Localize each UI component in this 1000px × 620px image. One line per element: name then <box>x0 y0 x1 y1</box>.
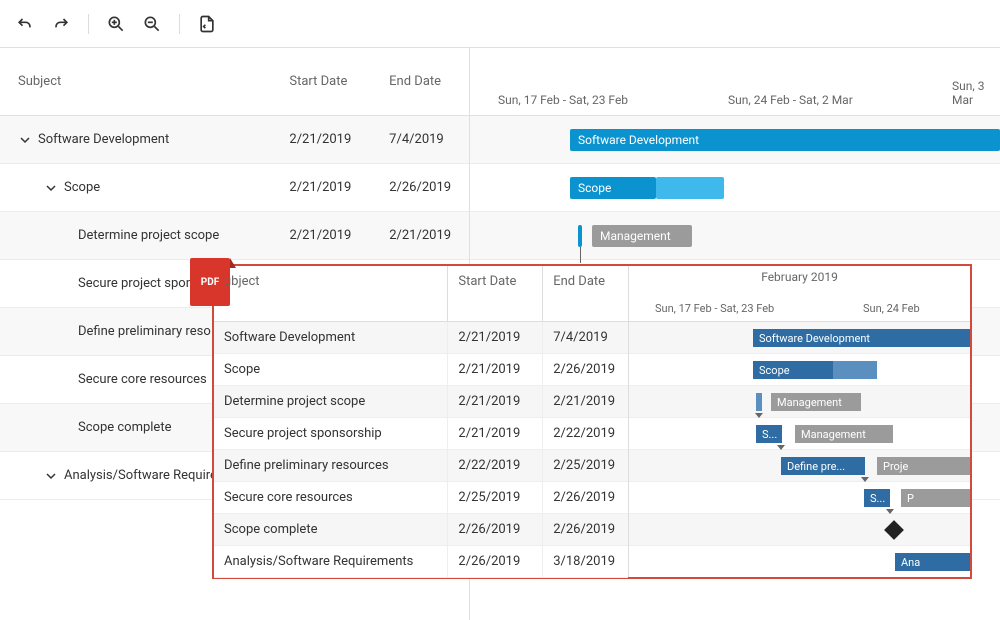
timeline-header: Sun, 17 Feb - Sat, 23 Feb Sun, 24 Feb - … <box>470 48 1000 116</box>
timeline-range: Sun, 3 Mar <box>952 79 1000 107</box>
pdf-bar: Scope <box>753 361 833 379</box>
task-row[interactable]: Software Development 2/21/2019 7/4/2019 <box>0 116 469 164</box>
task-subject: Scope <box>64 180 100 195</box>
timeline-range: Sun, 24 Feb - Sat, 2 Mar <box>728 93 853 107</box>
export-pdf-icon[interactable] <box>196 13 218 35</box>
milestone-diamond <box>884 520 904 540</box>
pdf-tick <box>756 393 762 411</box>
pdf-bar: P <box>901 489 970 507</box>
task-subject: Analysis/Software Requiren <box>64 468 224 483</box>
pdf-row: Software Development2/21/20197/4/2019 <box>214 322 628 354</box>
pdf-month: February 2019 <box>629 270 970 284</box>
task-end: 2/21/2019 <box>389 228 469 243</box>
gantt-bar-progress[interactable] <box>656 177 724 199</box>
pdf-row: Secure core resources2/25/20192/26/2019 <box>214 482 628 514</box>
pdf-row: Define preliminary resources2/22/20192/2… <box>214 450 628 482</box>
col-end[interactable]: End Date <box>389 74 469 89</box>
col-start[interactable]: Start Date <box>289 74 389 89</box>
pdf-row: Analysis/Software Requirements2/26/20193… <box>214 546 628 578</box>
chevron-down-icon[interactable] <box>44 181 58 195</box>
grid-header: Subject Start Date End Date <box>0 48 469 116</box>
chevron-down-icon[interactable] <box>44 469 58 483</box>
zoom-out-icon[interactable] <box>141 13 163 35</box>
pdf-timeline-header: February 2019 Sun, 17 Feb - Sat, 23 Feb … <box>629 266 970 322</box>
pdf-bar: Software Development <box>753 329 970 347</box>
pdf-bar: S... <box>756 425 782 443</box>
pdf-header: ubject Start Date End Date <box>214 266 628 322</box>
pdf-bar: Define pre... <box>781 457 865 475</box>
pdf-bar: S... <box>864 489 890 507</box>
pdf-week: Sun, 17 Feb - Sat, 23 Feb <box>655 302 774 315</box>
pdf-bar: Ana <box>895 553 970 571</box>
zoom-in-icon[interactable] <box>105 13 127 35</box>
timeline-row: Management <box>470 212 1000 260</box>
gantt-bar[interactable]: Scope <box>570 177 656 199</box>
timeline-range: Sun, 17 Feb - Sat, 23 Feb <box>498 93 628 107</box>
task-subject: Determine project scope <box>78 228 219 243</box>
pdf-col-subject: ubject <box>214 266 448 321</box>
pdf-week: Sun, 24 Feb <box>863 302 920 315</box>
timeline-row: Scope <box>470 164 1000 212</box>
pdf-col-start: Start Date <box>448 266 543 321</box>
pdf-row: Secure project sponsorship2/21/20192/22/… <box>214 418 628 450</box>
undo-icon[interactable] <box>14 13 36 35</box>
pdf-row: Scope2/21/20192/26/2019 <box>214 354 628 386</box>
toolbar <box>0 0 1000 48</box>
pdf-preview: PDF ubject Start Date End Date Software … <box>212 264 972 579</box>
task-subject: Scope complete <box>78 420 171 435</box>
task-row[interactable]: Scope 2/21/2019 2/26/2019 <box>0 164 469 212</box>
milestone-tick[interactable] <box>578 225 582 247</box>
timeline-row: Software Development <box>470 116 1000 164</box>
pdf-timeline: February 2019 Sun, 17 Feb - Sat, 23 Feb … <box>629 266 970 577</box>
pdf-row: Determine project scope2/21/20192/21/201… <box>214 386 628 418</box>
pdf-bar: Management <box>795 425 893 443</box>
task-subject: Secure core resources <box>78 372 207 387</box>
pdf-bar: Proje <box>877 457 970 475</box>
col-subject[interactable]: Subject <box>0 74 289 89</box>
pdf-bar-progress <box>833 361 877 379</box>
pdf-row: Scope complete2/26/20192/26/2019 <box>214 514 628 546</box>
task-subject: Define preliminary reso <box>78 324 211 339</box>
task-row[interactable]: Determine project scope 2/21/2019 2/21/2… <box>0 212 469 260</box>
redo-icon[interactable] <box>50 13 72 35</box>
pdf-col-end: End Date <box>543 266 628 321</box>
gantt-bar[interactable]: Management <box>592 225 692 247</box>
task-subject: Software Development <box>38 132 169 147</box>
pdf-bar: Management <box>771 393 861 411</box>
task-end: 7/4/2019 <box>389 132 469 147</box>
task-start: 2/21/2019 <box>289 228 389 243</box>
chevron-down-icon[interactable] <box>18 133 32 147</box>
task-subject: Secure project spons <box>78 276 200 291</box>
task-start: 2/21/2019 <box>289 132 389 147</box>
pdf-grid: ubject Start Date End Date Software Deve… <box>214 266 629 577</box>
gantt-bar[interactable]: Software Development <box>570 129 1000 151</box>
task-end: 2/26/2019 <box>389 180 469 195</box>
task-start: 2/21/2019 <box>289 180 389 195</box>
